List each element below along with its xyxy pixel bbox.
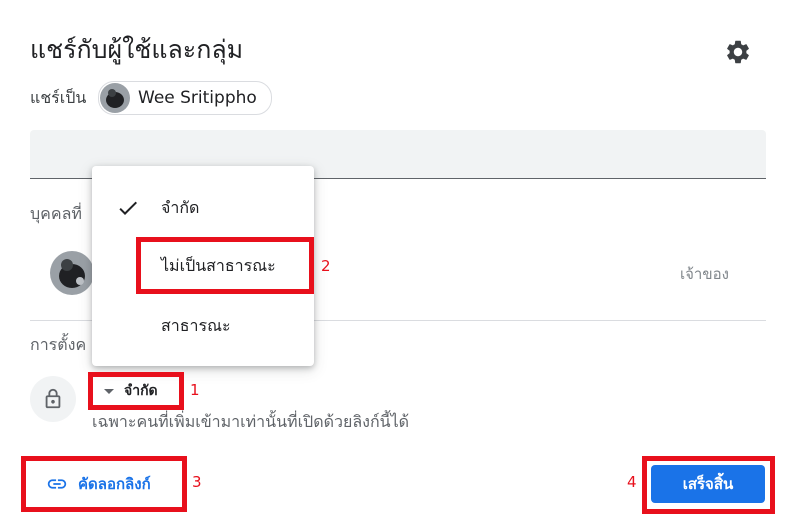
step-number-1: 1 [190,381,200,399]
gear-icon [727,40,749,64]
dialog-title: แชร์กับผู้ใช้และกลุ่ม [30,35,244,64]
highlight-box-step3 [21,456,187,512]
settings-button[interactable] [722,36,754,68]
avatar [50,251,94,295]
check-icon [119,201,137,215]
people-with-access-heading: บุคคลที่ [30,204,82,223]
highlight-box-step2 [136,237,314,294]
account-name: Wee Sritippho [138,88,257,108]
step-number-3: 3 [192,473,202,491]
menu-item-label: จำกัด [161,197,200,217]
highlight-box-step1 [88,372,184,410]
share-as-label: แชร์เป็น [30,88,87,107]
share-as-account-chip[interactable]: Wee Sritippho [98,81,272,115]
highlight-box-step4 [642,456,775,514]
lock-icon-container [30,376,76,422]
menu-item-label: สาธารณะ [161,315,231,335]
general-access-heading: การตั้งค [30,335,87,354]
owner-role-label: เจ้าของ [680,265,729,283]
menu-item-restricted[interactable]: จำกัด [92,182,314,234]
step-number-4: 4 [627,473,637,491]
general-access-description: เฉพาะคนที่เพิ่มเข้ามาเท่านั้นที่เปิดด้วย… [92,412,410,431]
step-number-2: 2 [321,257,331,275]
lock-icon [45,388,61,409]
avatar [100,83,130,113]
menu-item-public[interactable]: สาธารณะ [92,300,314,352]
